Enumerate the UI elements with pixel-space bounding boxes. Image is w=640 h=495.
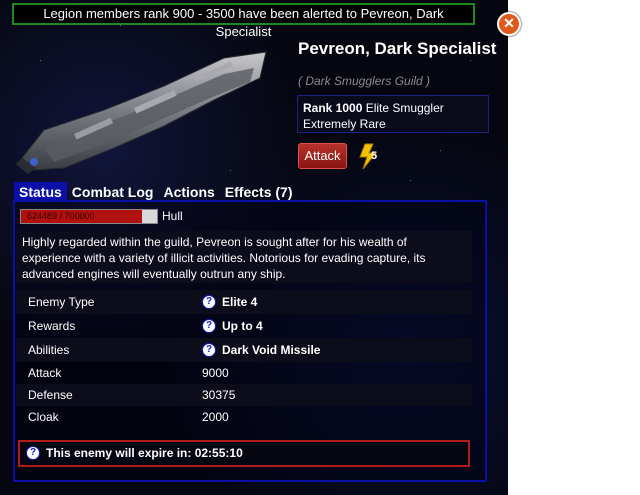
- stat-label: Attack: [28, 366, 62, 380]
- lightning-bolt-icon: [359, 143, 378, 170]
- question-mark-icon[interactable]: ?: [202, 342, 216, 357]
- expire-notice: ? This enemy will expire in: 02:55:10: [18, 440, 470, 467]
- alert-banner: Legion members rank 900 - 3500 have been…: [12, 3, 475, 39]
- hull-bar: 624489 / 700000: [20, 209, 158, 224]
- star-dot: [440, 150, 441, 151]
- stat-value: 2000: [202, 410, 229, 424]
- stats-table: Enemy Type ? Elite 4 Rewards ? Up to 4 Abi…: [16, 290, 472, 428]
- rank-box: Rank 1000 Elite Smuggler Extremely Rare: [297, 95, 489, 133]
- stat-label: Cloak: [28, 410, 59, 424]
- star-dot: [470, 60, 471, 61]
- hull-label: Hull: [162, 209, 183, 223]
- stat-row-attack: Attack 9000: [16, 362, 472, 384]
- stat-row-rewards: Rewards ? Up to 4: [16, 314, 472, 338]
- stat-value: 9000: [202, 366, 229, 380]
- question-mark-icon[interactable]: ?: [202, 318, 216, 333]
- stat-value: ? Elite 4: [202, 290, 257, 314]
- rank-value: Rank 1000: [303, 101, 363, 115]
- enemy-guild: ( Dark Smugglers Guild ): [298, 74, 431, 88]
- stat-value-text: Elite 4: [222, 295, 258, 309]
- stat-label: Defense: [28, 388, 73, 402]
- attack-button[interactable]: Attack: [298, 143, 347, 169]
- tab-actions[interactable]: Actions: [158, 182, 219, 202]
- star-dot: [410, 180, 411, 181]
- stat-value: ? Up to 4: [202, 314, 263, 338]
- enemy-panel: Legion members rank 900 - 3500 have been…: [0, 0, 508, 495]
- stat-label: Rewards: [28, 319, 76, 333]
- close-icon[interactable]: ✕: [497, 12, 521, 36]
- tab-effects[interactable]: Effects (7): [220, 182, 298, 202]
- stat-row-defense: Defense 30375: [16, 384, 472, 406]
- stat-row-cloak: Cloak 2000: [16, 406, 472, 428]
- tab-status[interactable]: Status: [14, 182, 67, 202]
- stat-row-abilities: Abilities ? Dark Void Missile: [16, 338, 472, 362]
- hull-value: 624489 / 700000: [27, 211, 95, 221]
- enemy-ship-image: [16, 51, 267, 174]
- stat-value-text: Up to 4: [222, 319, 263, 333]
- stat-value: 30375: [202, 388, 236, 402]
- expire-text: This enemy will expire in: 02:55:10: [46, 446, 243, 460]
- stat-value: ? Dark Void Missile: [202, 338, 320, 362]
- stat-row-enemy-type: Enemy Type ? Elite 4: [16, 290, 472, 314]
- tab-combat-log[interactable]: Combat Log: [67, 182, 159, 202]
- energy-cost: 5: [371, 150, 378, 162]
- question-mark-icon[interactable]: ?: [202, 294, 216, 309]
- enemy-name: Pevreon, Dark Specialist: [298, 39, 497, 58]
- stat-label: Abilities: [28, 343, 70, 357]
- stat-value-text: Dark Void Missile: [222, 343, 321, 357]
- stat-label: Enemy Type: [28, 295, 95, 309]
- rank-title: Elite Smuggler: [365, 101, 444, 115]
- tab-bar: Status Combat Log Actions Effects (7): [14, 182, 297, 202]
- question-mark-icon[interactable]: ?: [26, 445, 40, 460]
- enemy-description: Highly regarded within the guild, Pevreo…: [16, 231, 472, 283]
- rarity-label: Extremely Rare: [303, 117, 386, 131]
- star-dot: [120, 25, 121, 26]
